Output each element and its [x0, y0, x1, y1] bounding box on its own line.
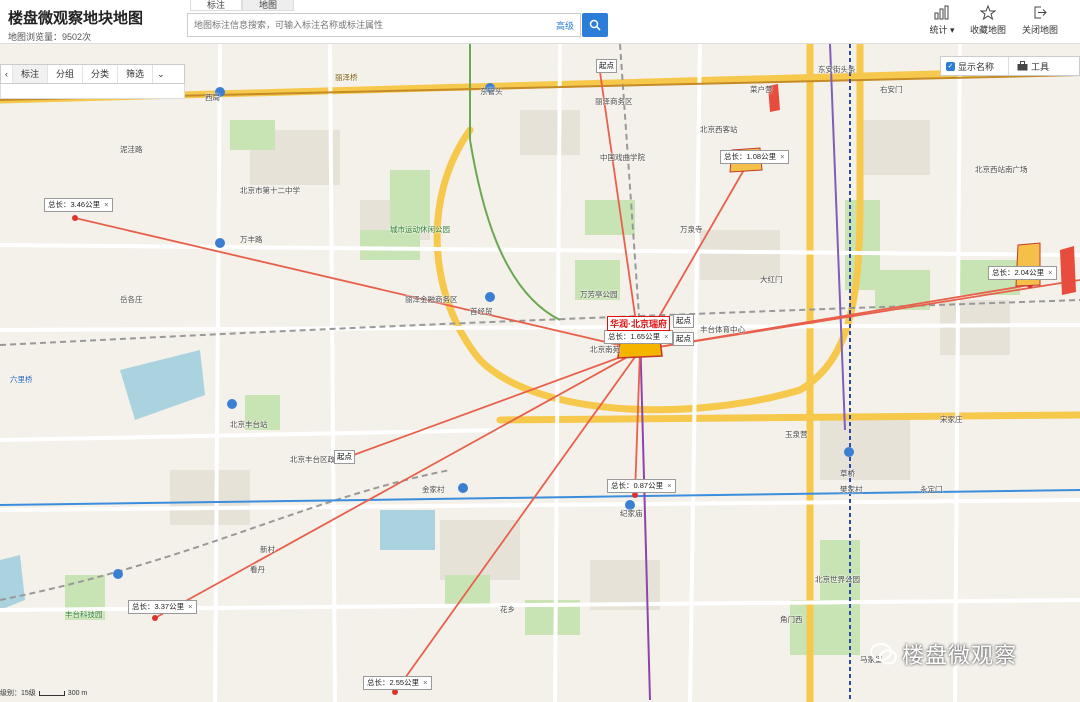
- search-box: 高级: [187, 13, 581, 37]
- map-label: 首经贸: [470, 307, 493, 316]
- map-label: 丰台科技园: [65, 610, 103, 619]
- map-label: 北京市第十二中学: [240, 186, 300, 195]
- tab-group[interactable]: 分组: [48, 65, 84, 83]
- chevron-down-icon[interactable]: ⌄: [153, 65, 169, 83]
- watermark: 楼盘微观察: [870, 638, 1017, 670]
- close-icon[interactable]: ×: [104, 200, 108, 209]
- app-header: 楼盘微观察地块地图 地图浏览量：9502次 标注 地图 高级 统计 ▾ 收藏地图…: [0, 0, 1080, 44]
- map-scale: 级别：15级 300 m: [0, 688, 87, 698]
- map-label: 金家村: [422, 485, 445, 494]
- wechat-icon: [870, 643, 897, 665]
- scale-bar: [38, 690, 65, 696]
- map-label: 菜户营: [750, 85, 773, 94]
- stats-button[interactable]: 统计 ▾: [917, 5, 967, 36]
- tab-annotation-list[interactable]: 标注: [13, 65, 49, 83]
- map-views-count: 地图浏览量：9502次: [8, 32, 92, 42]
- distance-callout[interactable]: 总长：1.08公里 ×: [720, 150, 789, 164]
- close-icon[interactable]: ×: [780, 152, 784, 161]
- map-label: 花乡: [500, 605, 515, 614]
- close-map-button[interactable]: 关闭地图: [1015, 5, 1065, 36]
- map-label: 新村: [260, 545, 275, 554]
- map-label: 六里桥: [10, 375, 33, 384]
- tab-category[interactable]: 分类: [83, 65, 119, 83]
- close-icon[interactable]: ×: [1048, 268, 1052, 277]
- map-canvas[interactable]: 丽泽桥 东管头 丽泽商务区 菜户营 东安街头条 城市运动休闲公园 中国戏曲学院 …: [0, 44, 1080, 702]
- map-label: 丽泽商务区: [595, 97, 633, 106]
- map-label: 泥洼路: [120, 145, 143, 154]
- start-label: 起点: [334, 450, 355, 464]
- map-label: 纪家庙: [620, 509, 643, 518]
- map-label: 永定门: [920, 485, 943, 494]
- search-button[interactable]: [582, 13, 608, 37]
- toolbox-icon: [1017, 61, 1028, 71]
- annotation-panel: [0, 84, 185, 99]
- map-label: 玉泉营: [785, 430, 808, 439]
- map-label: 东管头: [480, 87, 503, 96]
- project-label[interactable]: 华润·北京瑞府: [607, 316, 670, 331]
- watermark-text: 楼盘微观察: [902, 643, 1018, 668]
- map-label: 北京西客站: [700, 125, 738, 134]
- checkbox-checked-icon[interactable]: ✓: [946, 61, 955, 71]
- map-label: 看丹: [250, 565, 265, 574]
- map-label: 北京世界公园: [815, 575, 860, 584]
- bar-chart-icon: [934, 5, 949, 20]
- tab-annotation[interactable]: 标注: [190, 0, 242, 11]
- map-label: 万芳亭公园: [580, 290, 618, 299]
- map-right-toolbar: ✓ 显示名称 工具: [940, 56, 1080, 76]
- exit-icon: [1034, 6, 1047, 19]
- distance-callout[interactable]: 总长：3.46公里 ×: [44, 198, 113, 212]
- tab-map[interactable]: 地图: [242, 0, 294, 11]
- map-label: 丽泽金融商务区: [405, 295, 458, 304]
- map-label: 草桥: [840, 469, 855, 478]
- search-input[interactable]: [188, 14, 548, 36]
- tab-filter[interactable]: 筛选: [118, 65, 154, 83]
- advanced-search-link[interactable]: 高级: [556, 19, 574, 32]
- map-label: 樊家村: [840, 485, 863, 494]
- map-label: 城市运动休闲公园: [390, 225, 450, 234]
- close-icon[interactable]: ×: [423, 678, 427, 687]
- map-label: 万泉寺: [680, 225, 703, 234]
- start-label: 起点: [673, 314, 694, 328]
- show-names-label[interactable]: 显示名称: [958, 60, 994, 73]
- page-title: 楼盘微观察地块地图: [8, 10, 144, 27]
- map-label: 丰台体育中心: [700, 325, 745, 334]
- distance-callout[interactable]: 总长：0.87公里 ×: [607, 479, 676, 493]
- map-label: 万丰路: [240, 235, 263, 244]
- map-label: 大红门: [760, 275, 783, 284]
- panel-toggle-button[interactable]: ‹: [1, 65, 13, 83]
- map-label: 宋家庄: [940, 415, 963, 424]
- start-label: 起点: [673, 332, 694, 346]
- map-label: 丽泽桥: [335, 73, 358, 82]
- map-label: 北京西站南广场: [975, 165, 1028, 174]
- scale-text: 300 m: [67, 689, 88, 697]
- map-label: 东安街头条: [818, 65, 856, 74]
- close-icon[interactable]: ×: [188, 602, 192, 611]
- map-label: 北京南苑: [590, 345, 620, 354]
- distance-callout[interactable]: 总长：2.04公里 ×: [988, 266, 1057, 280]
- search-icon: [589, 19, 601, 31]
- distance-callout[interactable]: 总长：3.37公里 ×: [128, 600, 197, 614]
- favorite-map-button[interactable]: 收藏地图: [963, 5, 1013, 36]
- start-label: 起点: [596, 59, 617, 73]
- close-icon[interactable]: ×: [667, 481, 671, 490]
- star-icon: [980, 5, 996, 20]
- map-label: 北京丰台站: [230, 420, 268, 429]
- mode-tabs: 标注 地图: [190, 0, 294, 11]
- map-label: 西局: [205, 93, 220, 102]
- distance-callout[interactable]: 总长：2.55公里 ×: [363, 676, 432, 690]
- map-label: 中国戏曲学院: [600, 153, 645, 162]
- close-icon[interactable]: ×: [664, 332, 668, 341]
- zoom-level: 级别：15级: [0, 690, 36, 697]
- tools-button[interactable]: 工具: [1008, 57, 1049, 75]
- map-label: 右安门: [880, 85, 903, 94]
- map-label: 角门西: [780, 615, 803, 624]
- brand: 楼盘微观察地块地图 地图浏览量：9502次: [8, 7, 143, 43]
- distance-callout[interactable]: 总长：1.65公里 ×: [604, 330, 673, 344]
- map-label: 岳各庄: [120, 295, 143, 304]
- annotation-toolbar: ‹ 标注 分组 分类 筛选 ⌄: [0, 64, 185, 84]
